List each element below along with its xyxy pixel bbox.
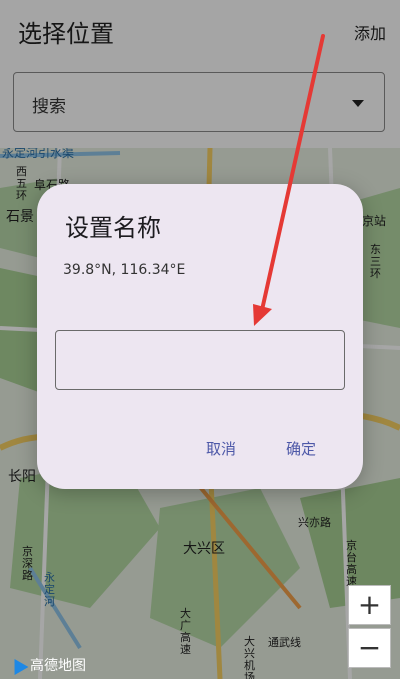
- amap-logo-text: 高德地图: [30, 658, 86, 674]
- set-name-dialog: 设置名称 39.8°N, 116.34°E 取消 确定: [37, 184, 363, 489]
- zoom-in-button[interactable]: +: [348, 585, 391, 625]
- coordinates-text: 39.8°N, 116.34°E: [63, 262, 186, 278]
- amap-logo: 高德地图: [7, 654, 86, 676]
- cancel-button[interactable]: 取消: [206, 438, 236, 459]
- confirm-button[interactable]: 确定: [286, 438, 316, 459]
- dialog-title: 设置名称: [65, 214, 161, 242]
- name-input[interactable]: [55, 330, 345, 390]
- zoom-out-button[interactable]: −: [348, 628, 391, 668]
- amap-logo-icon: [7, 654, 29, 676]
